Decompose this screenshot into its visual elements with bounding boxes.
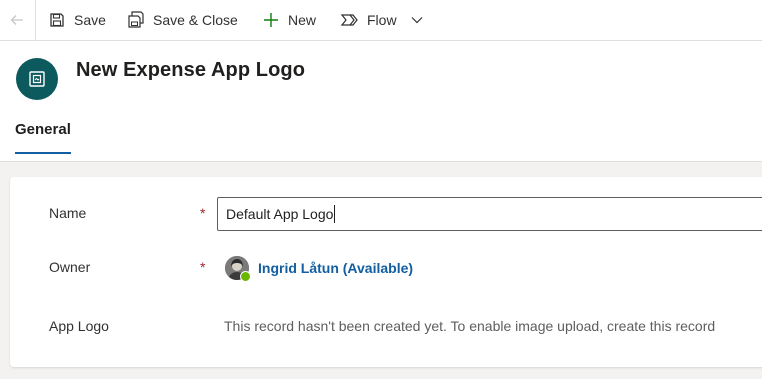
- owner-field-label: Owner: [49, 259, 91, 275]
- command-bar: Save Save & Close New Flow: [0, 0, 762, 41]
- chevron-down-icon: [408, 11, 426, 29]
- owner-required-marker: *: [200, 259, 206, 275]
- app-logo-message: This record hasn't been created yet. To …: [224, 318, 716, 334]
- save-label: Save: [74, 12, 106, 28]
- flow-dropdown-button[interactable]: [408, 0, 426, 40]
- save-icon: [48, 11, 66, 29]
- tab-general[interactable]: General: [15, 121, 71, 154]
- name-field-label: Name: [49, 205, 87, 221]
- form-section: Name * Default App Logo Owner * Ingrid L…: [10, 177, 762, 367]
- plus-icon: [262, 11, 280, 29]
- back-button[interactable]: [0, 0, 34, 40]
- form-header: New Expense App Logo General: [0, 41, 762, 162]
- save-and-close-button[interactable]: Save & Close: [127, 0, 238, 40]
- text-cursor: [334, 205, 336, 223]
- owner-lookup-value[interactable]: Ingrid Låtun (Available): [225, 256, 413, 282]
- app-logo-field-label: App Logo: [49, 318, 109, 334]
- command-bar-divider: [35, 0, 36, 40]
- presence-available-icon: [240, 271, 251, 282]
- owner-name-link[interactable]: Ingrid Låtun (Available): [258, 260, 413, 276]
- name-input-value: Default App Logo: [226, 206, 334, 222]
- back-arrow-icon: [10, 15, 23, 25]
- save-close-icon: [127, 11, 145, 29]
- new-label: New: [288, 12, 317, 28]
- entity-image-icon: [16, 58, 58, 100]
- name-input[interactable]: Default App Logo: [217, 197, 762, 231]
- flow-button[interactable]: Flow: [341, 0, 397, 40]
- page-title: New Expense App Logo: [76, 59, 306, 81]
- new-button[interactable]: New: [262, 0, 316, 40]
- name-required-marker: *: [200, 205, 206, 221]
- flow-label: Flow: [367, 12, 397, 28]
- save-and-close-label: Save & Close: [153, 12, 238, 28]
- flow-icon: [341, 11, 359, 29]
- save-button[interactable]: Save: [48, 0, 106, 40]
- avatar: [225, 256, 251, 282]
